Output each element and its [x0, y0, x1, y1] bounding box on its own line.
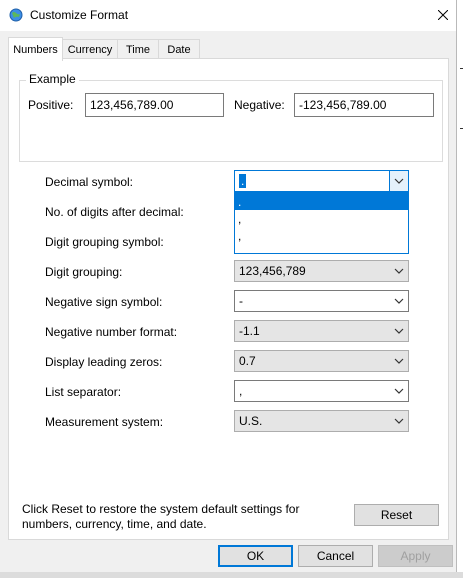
positive-label: Positive:: [28, 98, 74, 112]
tab-date[interactable]: Date: [158, 39, 200, 59]
chevron-down-icon[interactable]: [390, 411, 408, 431]
list-separator-value: ,: [239, 384, 243, 398]
chevron-down-icon[interactable]: [390, 381, 408, 401]
decimal-symbol-combo[interactable]: .: [234, 170, 409, 192]
chevron-down-icon[interactable]: [390, 351, 408, 371]
digits-after-decimal-label: No. of digits after decimal:: [45, 205, 184, 219]
dropdown-option[interactable]: .: [235, 193, 408, 210]
chevron-down-icon[interactable]: [389, 171, 408, 191]
decimal-symbol-value[interactable]: .: [239, 174, 247, 188]
leading-zeros-combo[interactable]: 0.7: [234, 350, 409, 372]
positive-example-field: 123,456,789.00: [85, 93, 224, 117]
title-bar: Customize Format: [0, 0, 456, 31]
decimal-symbol-dropdown-list[interactable]: . , ,: [234, 192, 409, 254]
negative-format-label: Negative number format:: [45, 325, 178, 339]
reset-note-text: Click Reset to restore the system defaul…: [22, 502, 300, 531]
negative-sign-label: Negative sign symbol:: [45, 295, 163, 309]
ok-button[interactable]: OK: [218, 545, 293, 567]
negative-format-value: -1.1: [239, 324, 260, 338]
leading-zeros-value: 0.7: [239, 354, 256, 368]
digit-grouping-value: 123,456,789: [239, 264, 306, 278]
dropdown-option[interactable]: ,: [235, 227, 408, 244]
list-separator-label: List separator:: [45, 385, 122, 399]
measurement-system-value: U.S.: [239, 414, 263, 428]
tab-time[interactable]: Time: [117, 39, 159, 59]
negative-label: Negative:: [234, 98, 285, 112]
digit-grouping-combo[interactable]: 123,456,789: [234, 260, 409, 282]
digit-grouping-label: Digit grouping:: [45, 265, 123, 279]
chevron-down-icon[interactable]: [390, 261, 408, 281]
list-separator-combo[interactable]: ,: [234, 380, 409, 402]
reset-button[interactable]: Reset: [354, 504, 439, 526]
window-title: Customize Format: [30, 8, 129, 22]
close-button[interactable]: [430, 2, 456, 28]
example-group-label: Example: [26, 72, 79, 86]
chevron-down-icon[interactable]: [390, 291, 408, 311]
dropdown-option[interactable]: ,: [235, 210, 408, 227]
tab-numbers[interactable]: Numbers: [8, 37, 63, 61]
negative-example-field: -123,456,789.00: [294, 93, 434, 117]
globe-settings-icon: [9, 8, 23, 22]
background-window-strip: [0, 572, 463, 578]
tab-currency[interactable]: Currency: [62, 39, 118, 59]
close-icon: [438, 10, 448, 20]
measurement-system-combo[interactable]: U.S.: [234, 410, 409, 432]
cancel-button[interactable]: Cancel: [298, 545, 373, 567]
measurement-system-label: Measurement system:: [45, 415, 164, 429]
decimal-symbol-label: Decimal symbol:: [45, 175, 134, 189]
negative-format-combo[interactable]: -1.1: [234, 320, 409, 342]
customize-format-dialog: Customize Format Numbers Currency Time D…: [0, 0, 457, 572]
apply-button[interactable]: Apply: [378, 545, 453, 567]
digit-grouping-symbol-label: Digit grouping symbol:: [45, 235, 164, 249]
negative-sign-combo[interactable]: -: [234, 290, 409, 312]
chevron-down-icon[interactable]: [390, 321, 408, 341]
leading-zeros-label: Display leading zeros:: [45, 355, 163, 369]
negative-sign-value: -: [239, 294, 243, 308]
